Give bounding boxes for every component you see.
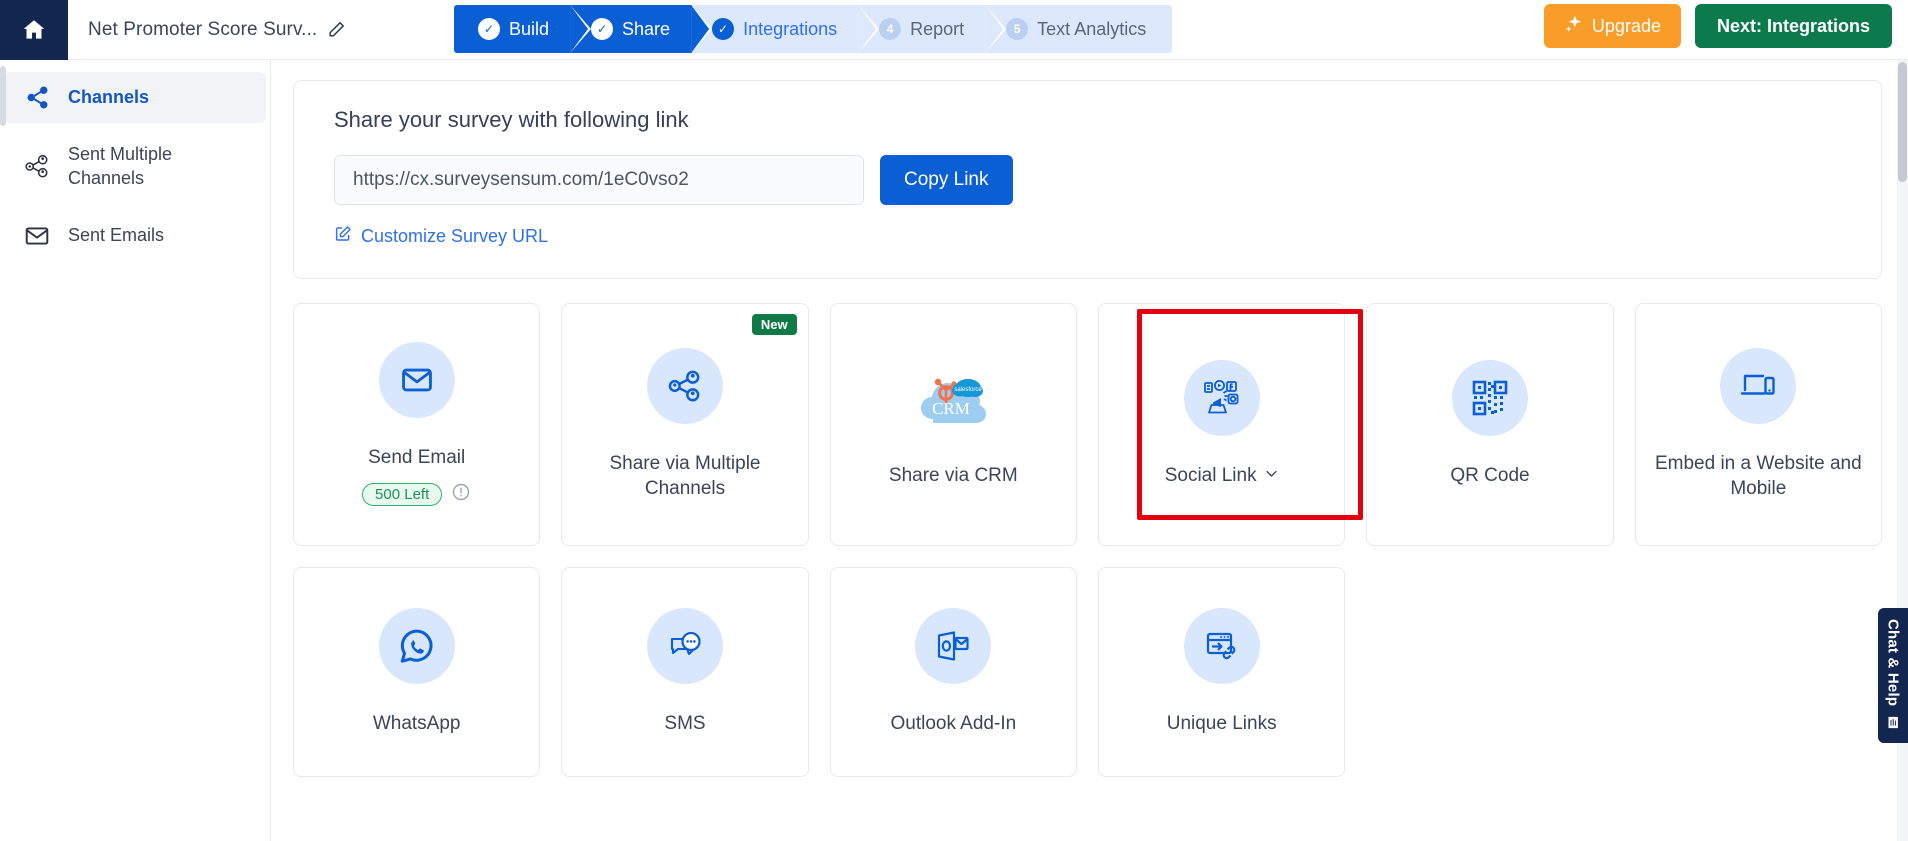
card-label: QR Code [1450, 464, 1529, 489]
card-label: SMS [664, 712, 705, 737]
card-whatsapp[interactable]: WhatsApp [293, 567, 540, 777]
card-share-via-multiple-channels[interactable]: New Share via Multiple Channels [561, 303, 808, 546]
chat-bubbles-icon [647, 608, 723, 684]
top-actions: Upgrade Next: Integrations [1544, 4, 1892, 48]
main-content: Share your survey with following link Co… [271, 60, 1908, 841]
send-email-quota: 500 Left [362, 482, 471, 507]
card-label: Share via Multiple Channels [572, 452, 797, 501]
share-link-heading: Share your survey with following link [334, 107, 1841, 133]
multi-users-icon [647, 348, 723, 424]
sidebar-item-label: Sent Multiple Channels [68, 142, 250, 191]
unique-link-icon [1184, 608, 1260, 684]
copy-link-button[interactable]: Copy Link [880, 155, 1013, 205]
customize-survey-url-link[interactable]: Customize Survey URL [334, 225, 548, 248]
card-unique-links[interactable]: Unique Links [1098, 567, 1345, 777]
card-label: Social Link [1165, 464, 1279, 489]
step-label: Integrations [743, 19, 837, 40]
share-link-panel: Share your survey with following link Co… [293, 80, 1882, 279]
chat-book-icon [1886, 715, 1901, 735]
step-build[interactable]: ✓ Build [454, 5, 571, 53]
sidebar-item-sent-emails[interactable]: Sent Emails [4, 210, 266, 262]
customize-survey-url-label: Customize Survey URL [361, 226, 548, 247]
step-check-icon: ✓ [712, 18, 734, 40]
envelope-icon [379, 342, 455, 418]
outlook-icon [915, 608, 991, 684]
survey-title-group: Net Promoter Score Surv... [88, 19, 346, 41]
sidebar-item-label: Channels [68, 85, 149, 109]
next-integrations-button[interactable]: Next: Integrations [1695, 4, 1892, 48]
qr-code-icon [1452, 360, 1528, 436]
chat-and-help-label: Chat & Help [1885, 619, 1902, 706]
card-outlook-addin[interactable]: Outlook Add-In [830, 567, 1077, 777]
chevron-down-icon[interactable] [1264, 464, 1279, 489]
upgrade-button[interactable]: Upgrade [1544, 4, 1681, 48]
home-icon [21, 17, 47, 43]
card-qr-code[interactable]: QR Code [1366, 303, 1613, 546]
card-label: WhatsApp [373, 712, 461, 737]
page-body: Channels Sent Multiple Channels [0, 60, 1908, 841]
multi-users-icon [22, 153, 52, 180]
step-integrations[interactable]: ✓ Integrations [692, 5, 859, 53]
survey-url-input[interactable] [334, 155, 864, 205]
svg-text:CRM: CRM [932, 399, 970, 418]
sidebar-item-channels[interactable]: Channels [4, 72, 266, 123]
channel-card-row-1: Send Email 500 Left New [293, 303, 1882, 546]
status-badge: 500 Left [362, 483, 442, 506]
step-label: Report [910, 19, 964, 40]
card-label: Send Email [368, 446, 465, 471]
step-label: Build [509, 19, 549, 40]
sparkle-icon [1564, 14, 1584, 39]
card-label: Embed in a Website and Mobile [1646, 452, 1871, 501]
envelope-icon [22, 223, 52, 249]
step-label: Share [622, 19, 670, 40]
svg-text:salesforce: salesforce [955, 387, 983, 393]
edit-square-icon [334, 225, 352, 248]
upgrade-label: Upgrade [1592, 16, 1661, 37]
progress-stepper: ✓ Build ✓ Share ✓ Integrations 4 Report … [454, 5, 1172, 53]
channel-card-row-2: WhatsApp SMS [293, 567, 1882, 777]
whatsapp-icon [379, 608, 455, 684]
page-scrollbar-thumb[interactable] [1898, 62, 1907, 182]
new-badge: New [752, 314, 797, 335]
card-label: Outlook Add-In [890, 712, 1016, 737]
share-nodes-icon [22, 85, 52, 110]
devices-icon [1720, 348, 1796, 424]
sidebar-scrollbar-thumb[interactable] [0, 66, 6, 126]
card-social-link[interactable]: Social Link [1098, 303, 1345, 546]
sidebar-item-sent-multiple-channels[interactable]: Sent Multiple Channels [4, 129, 266, 204]
chat-and-help-tab[interactable]: Chat & Help [1878, 608, 1908, 743]
step-text-analytics[interactable]: 5 Text Analytics [986, 5, 1172, 53]
card-sms[interactable]: SMS [561, 567, 808, 777]
home-button[interactable] [0, 0, 68, 60]
card-send-email[interactable]: Send Email 500 Left [293, 303, 540, 546]
card-label: Share via CRM [889, 464, 1018, 489]
info-circle-icon[interactable] [451, 482, 471, 507]
step-check-icon: ✓ [478, 18, 500, 40]
page-title: Net Promoter Score Surv... [88, 19, 317, 41]
sidebar: Channels Sent Multiple Channels [0, 60, 271, 841]
card-share-via-crm[interactable]: salesforce CRM Share via CRM [830, 303, 1077, 546]
social-media-icon [1184, 360, 1260, 436]
card-embed-website-mobile[interactable]: Embed in a Website and Mobile [1635, 303, 1882, 546]
step-label: Text Analytics [1037, 19, 1146, 40]
card-label: Unique Links [1167, 712, 1277, 737]
step-number: 4 [879, 18, 901, 40]
pencil-icon[interactable] [327, 20, 346, 39]
step-number: 5 [1006, 18, 1028, 40]
crm-cloud-icon: salesforce CRM [915, 360, 991, 436]
top-bar: Net Promoter Score Surv... ✓ Build ✓ Sha… [0, 0, 1908, 60]
card-label-text: Social Link [1165, 464, 1257, 489]
sidebar-item-label: Sent Emails [68, 223, 164, 247]
step-check-icon: ✓ [591, 18, 613, 40]
share-link-row: Copy Link [334, 155, 1841, 205]
